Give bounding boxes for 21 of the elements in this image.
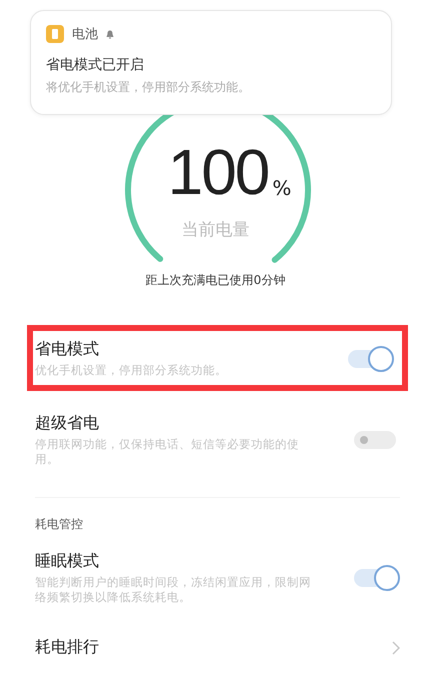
section-header: 耗电管控 [34, 516, 84, 533]
setting-title[interactable]: 耗电排行 [35, 637, 99, 658]
notification-text: 将优化手机设置，停用部分系统功能。 [46, 79, 251, 96]
percent-sign: % [272, 176, 292, 200]
app-name: 电池 [72, 26, 98, 43]
setting-title: 超级省电 [35, 413, 100, 434]
setting-title: 省电模式 [35, 339, 100, 360]
setting-description: 智能判断用户的睡眠时间段，冻结闲置应用，限制网络频繁切换以降低系统耗电。 [35, 575, 312, 605]
notification-title: 省电模式已开启 [46, 56, 145, 74]
chevron-right-icon[interactable] [392, 640, 400, 654]
battery-percentage: 100 [168, 140, 268, 204]
setting-title: 睡眠模式 [35, 551, 100, 572]
bell-icon [106, 30, 114, 38]
setting-description: 优化手机设置，停用部分系统功能。 [35, 363, 228, 378]
gauge-label: 当前电量 [182, 219, 250, 241]
battery-app-icon [46, 25, 64, 43]
usage-text: 距上次充满电已使用0分钟 [144, 272, 286, 289]
notification-card[interactable]: 电池 省电模式已开启 将优化手机设置，停用部分系统功能。 [30, 10, 392, 115]
toggle-switch[interactable] [348, 346, 394, 372]
setting-description: 停用联网功能，仅保持电话、短信等必要功能的使用。 [35, 437, 300, 467]
toggle-switch[interactable] [354, 565, 400, 591]
